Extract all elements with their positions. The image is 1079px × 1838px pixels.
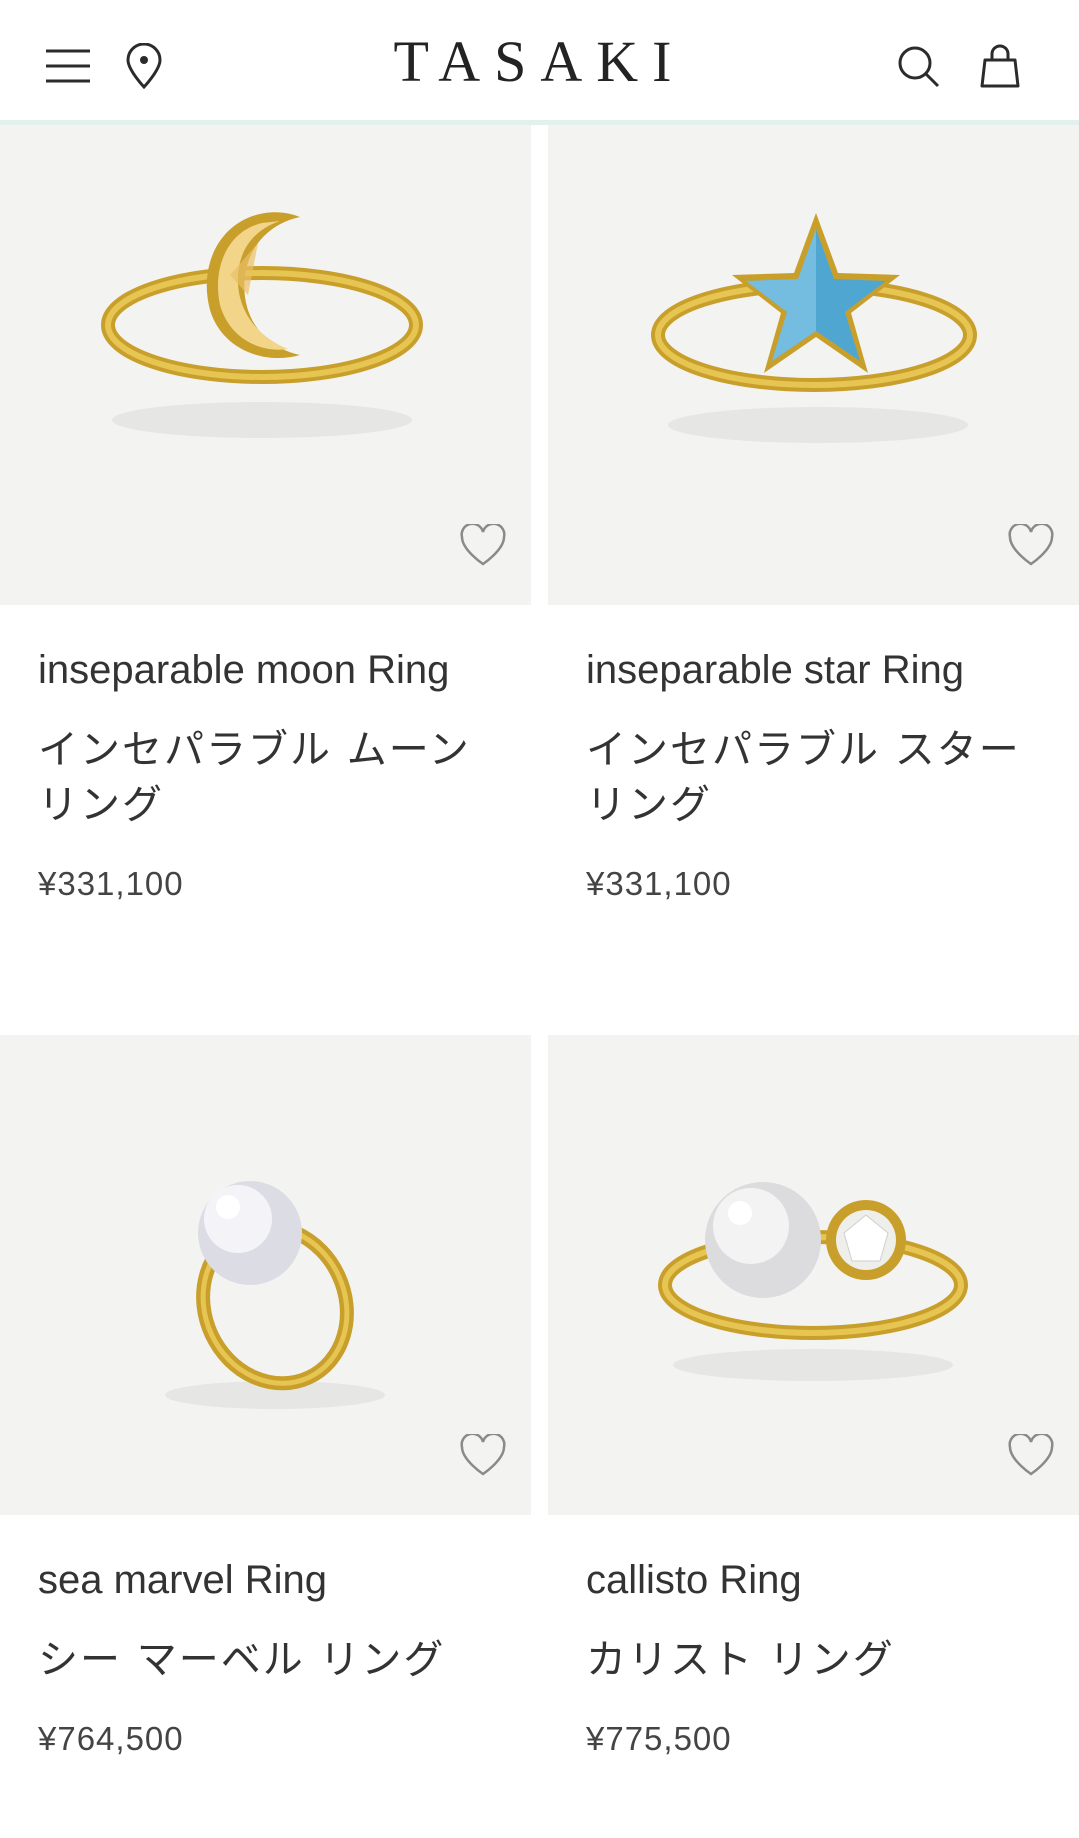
cart-button[interactable]	[972, 38, 1028, 94]
product-price: ¥331,100	[586, 865, 732, 902]
product-name-en[interactable]: callisto Ring	[586, 1555, 802, 1605]
product-image[interactable]	[0, 1035, 531, 1515]
product-card[interactable]: inseparable moon Ring インセパラブル ムーン リング ¥3…	[0, 125, 531, 902]
star-ring-image	[651, 213, 977, 443]
product-image[interactable]	[0, 125, 531, 605]
heart-icon	[460, 1434, 506, 1476]
product-image[interactable]	[548, 125, 1079, 605]
product-name-ja[interactable]: シー マーベル リング	[38, 1633, 498, 1688]
product-name-en[interactable]: inseparable moon Ring	[38, 645, 449, 695]
add-to-wishlist-button[interactable]	[459, 521, 507, 569]
product-name-ja[interactable]: インセパラブル ムーン リング	[38, 723, 498, 833]
product-card[interactable]: callisto Ring カリスト リング ¥775,500	[548, 1035, 1079, 1757]
heart-icon	[1008, 1434, 1054, 1476]
moon-ring-image	[101, 212, 423, 438]
add-to-wishlist-button[interactable]	[1007, 521, 1055, 569]
product-name-ja[interactable]: カリスト リング	[586, 1633, 1046, 1688]
search-button[interactable]	[890, 38, 946, 94]
top-header: TASAKI	[0, 0, 1079, 125]
product-name-en[interactable]: inseparable star Ring	[586, 645, 964, 695]
heart-icon	[460, 524, 506, 566]
product-name-ja[interactable]: インセパラブル スター リング	[586, 723, 1046, 833]
product-price: ¥331,100	[38, 865, 184, 902]
product-price: ¥764,500	[38, 1720, 184, 1757]
add-to-wishlist-button[interactable]	[1007, 1431, 1055, 1479]
product-card[interactable]: sea marvel Ring シー マーベル リング ¥764,500	[0, 1035, 531, 1757]
shopping-bag-icon	[980, 44, 1020, 88]
add-to-wishlist-button[interactable]	[459, 1431, 507, 1479]
heart-icon	[1008, 524, 1054, 566]
pearl-diamond-ring-image	[658, 1182, 968, 1381]
product-card[interactable]: inseparable star Ring インセパラブル スター リング ¥3…	[548, 125, 1079, 902]
pearl-ring-image	[165, 1181, 385, 1409]
search-icon	[898, 46, 940, 88]
product-price: ¥775,500	[586, 1720, 732, 1757]
product-name-en[interactable]: sea marvel Ring	[38, 1555, 327, 1605]
product-image[interactable]	[548, 1035, 1079, 1515]
